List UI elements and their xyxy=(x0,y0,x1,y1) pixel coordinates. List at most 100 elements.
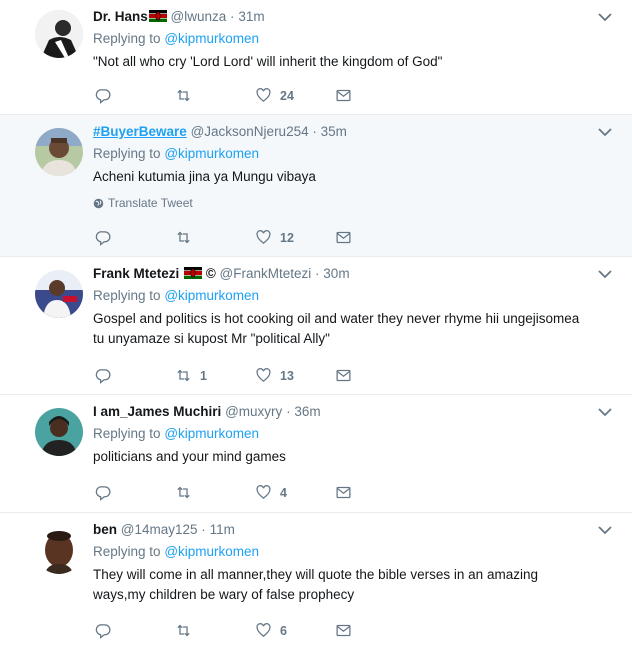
display-name[interactable]: ben xyxy=(93,522,117,537)
separator: · xyxy=(286,404,291,419)
replying-label: Replying to xyxy=(93,31,161,46)
retweet-icon xyxy=(177,624,190,637)
retweet-button[interactable] xyxy=(175,484,255,501)
retweet-count: 1 xyxy=(200,368,207,383)
globe-icon xyxy=(93,198,104,208)
retweet-button[interactable] xyxy=(175,622,255,639)
tweet-header: #BuyerBeware @JacksonNjeru254 · 35m xyxy=(93,123,592,141)
timestamp[interactable]: 35m xyxy=(321,124,347,139)
user-handle[interactable]: @JacksonNjeru254 xyxy=(191,124,309,139)
tweet-text: politicians and your mind games xyxy=(93,449,286,464)
kenya-flag-icon xyxy=(148,10,167,22)
reply-icon xyxy=(95,486,111,501)
separator: · xyxy=(201,522,206,537)
tweet-actions: 1 13 xyxy=(95,367,415,384)
timestamp[interactable]: 11m xyxy=(210,522,235,537)
timestamp[interactable]: 31m xyxy=(238,9,264,24)
direct-message-button[interactable] xyxy=(335,367,415,384)
tweet-content: ben @14may125 · 11m Replying to @kipmurk… xyxy=(93,521,592,605)
tweet-header: ben @14may125 · 11m xyxy=(93,521,592,539)
tweet-text: They will come in all manner,they will q… xyxy=(93,567,538,602)
retweet-icon xyxy=(177,486,190,499)
caret-down-icon[interactable] xyxy=(598,127,612,137)
replying-label: Replying to xyxy=(93,426,161,441)
display-name[interactable]: #BuyerBeware xyxy=(93,124,187,139)
translate-label: Translate Tweet xyxy=(108,196,193,210)
like-count: 6 xyxy=(280,623,287,638)
replying-to-link[interactable]: @kipmurkomen xyxy=(164,288,259,303)
tweet[interactable]: Frank Mtetezi © @FrankMtetezi · 30m Repl… xyxy=(0,257,632,395)
separator: · xyxy=(230,9,235,24)
reply-button[interactable] xyxy=(95,87,175,104)
like-button[interactable]: 24 xyxy=(255,87,335,104)
replying-to-link[interactable]: @kipmurkomen xyxy=(164,31,259,46)
tweet-text: Acheni kutumia jina ya Mungu vibaya xyxy=(93,169,316,184)
avatar[interactable] xyxy=(35,270,83,318)
tweet-text: "Not all who cry 'Lord Lord' will inheri… xyxy=(93,54,443,69)
display-name[interactable]: Frank Mtetezi xyxy=(93,266,179,281)
replying-label: Replying to xyxy=(93,146,161,161)
name-suffix: © xyxy=(205,266,216,281)
user-handle[interactable]: @muxyry xyxy=(225,404,282,419)
tweet-header: Frank Mtetezi © @FrankMtetezi · 30m xyxy=(93,265,592,283)
display-name[interactable]: I am_James Muchiri xyxy=(93,404,221,419)
like-icon xyxy=(256,623,271,637)
reply-button[interactable] xyxy=(95,484,175,501)
direct-message-icon xyxy=(336,231,351,244)
direct-message-icon xyxy=(336,89,351,102)
timestamp[interactable]: 30m xyxy=(323,266,349,281)
caret-down-icon[interactable] xyxy=(598,269,612,279)
avatar[interactable] xyxy=(35,10,83,58)
replying-to-link[interactable]: @kipmurkomen xyxy=(164,426,259,441)
retweet-icon xyxy=(177,89,190,102)
tweet[interactable]: Dr. Hans @lwunza · 31m Replying to @kipm… xyxy=(0,0,632,115)
user-handle[interactable]: @14may125 xyxy=(121,522,198,537)
tweet[interactable]: I am_James Muchiri @muxyry · 36m Replyin… xyxy=(0,395,632,513)
replying-to-link[interactable]: @kipmurkomen xyxy=(164,544,259,559)
replying-to: Replying to @kipmurkomen xyxy=(93,425,592,443)
reply-feed: Dr. Hans @lwunza · 31m Replying to @kipm… xyxy=(0,0,632,649)
like-icon xyxy=(256,485,271,499)
direct-message-icon xyxy=(336,369,351,382)
direct-message-button[interactable] xyxy=(335,87,415,104)
direct-message-button[interactable] xyxy=(335,622,415,639)
timestamp[interactable]: 36m xyxy=(294,404,320,419)
direct-message-button[interactable] xyxy=(335,229,415,246)
reply-button[interactable] xyxy=(95,622,175,639)
reply-icon xyxy=(95,89,111,104)
like-icon xyxy=(256,88,271,102)
separator: · xyxy=(315,266,320,281)
direct-message-button[interactable] xyxy=(335,484,415,501)
like-button[interactable]: 4 xyxy=(255,484,335,501)
like-count: 4 xyxy=(280,485,287,500)
tweet[interactable]: ben @14may125 · 11m Replying to @kipmurk… xyxy=(0,513,632,649)
retweet-button[interactable] xyxy=(175,229,255,246)
user-handle[interactable]: @FrankMtetezi xyxy=(220,266,312,281)
tweet-header: I am_James Muchiri @muxyry · 36m xyxy=(93,403,592,421)
replying-to-link[interactable]: @kipmurkomen xyxy=(164,146,259,161)
reply-button[interactable] xyxy=(95,229,175,246)
retweet-button[interactable] xyxy=(175,87,255,104)
caret-down-icon[interactable] xyxy=(598,407,612,417)
retweet-button[interactable]: 1 xyxy=(175,367,255,384)
reply-button[interactable] xyxy=(95,367,175,384)
like-button[interactable]: 6 xyxy=(255,622,335,639)
caret-down-icon[interactable] xyxy=(598,12,612,22)
tweet-actions: 6 xyxy=(95,622,415,639)
like-button[interactable]: 13 xyxy=(255,367,335,384)
like-button[interactable]: 12 xyxy=(255,229,335,246)
translate-tweet-link[interactable]: Translate Tweet xyxy=(93,196,592,210)
avatar[interactable] xyxy=(35,128,83,176)
avatar[interactable] xyxy=(35,408,83,456)
direct-message-icon xyxy=(336,486,351,499)
replying-label: Replying to xyxy=(93,544,161,559)
tweet[interactable]: #BuyerBeware @JacksonNjeru254 · 35m Repl… xyxy=(0,115,632,257)
caret-down-icon[interactable] xyxy=(598,525,612,535)
user-handle[interactable]: @lwunza xyxy=(171,9,227,24)
tweet-header: Dr. Hans @lwunza · 31m xyxy=(93,8,592,26)
tweet-content: #BuyerBeware @JacksonNjeru254 · 35m Repl… xyxy=(93,123,592,210)
replying-to: Replying to @kipmurkomen xyxy=(93,287,592,305)
avatar[interactable] xyxy=(35,526,83,574)
reply-icon xyxy=(95,624,111,639)
display-name[interactable]: Dr. Hans xyxy=(93,9,148,24)
